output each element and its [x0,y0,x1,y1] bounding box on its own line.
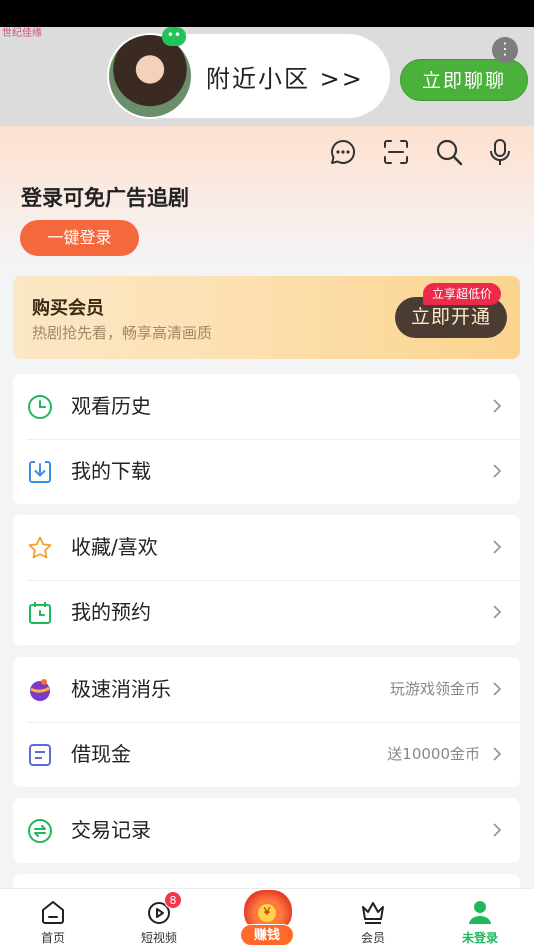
user-icon [469,901,491,924]
vip-subtitle: 热剧抢先看，畅享高清画质 [32,324,213,342]
menu-item-label: 观看历史 [71,394,151,418]
menu-item-label: 收藏/喜欢 [71,535,158,559]
tab-label: 短视频 [140,931,177,945]
menu-group-favorites: 收藏/喜欢 我的预约 [13,515,520,645]
chevron-right-icon [493,682,502,696]
tab-label: 首页 [40,931,65,945]
ad-chat-button[interactable]: 立即聊聊 [400,59,528,101]
chat-bubble-icon: •• [162,27,186,46]
menu-item-label: 我的下载 [71,459,151,483]
tab-short-video[interactable]: 短视频 [106,889,212,949]
chevron-right-icon [493,540,502,554]
coin-icon: ￥ [258,904,276,922]
tab-label: 未登录 [461,931,498,945]
one-click-login-button[interactable]: 一键登录 [20,220,139,256]
menu-group-transactions: 交易记录 [13,798,520,863]
menu-item-reservations[interactable]: 我的预约 [13,580,520,645]
exchange-icon [28,819,52,843]
menu-item-match-game[interactable]: 极速消消乐 玩游戏领金币 [13,657,520,722]
menu-item-label: 交易记录 [71,818,151,842]
chevron-right-icon [493,605,502,619]
menu-item-borrow-cash[interactable]: 借现金 送10000金币 [13,722,520,787]
search-icon[interactable] [435,138,463,166]
menu-item-transactions[interactable]: 交易记录 [13,798,520,863]
download-icon [29,461,51,483]
menu-item-hint: 玩游戏领金币 [389,680,480,698]
ad-avatar [107,33,193,119]
microphone-icon[interactable] [486,138,514,166]
ad-pill-text[interactable]: 附近小区 >> [206,59,364,94]
star-icon [28,536,52,559]
clock-icon [28,395,52,419]
menu-group-rewards: 极速消消乐 玩游戏领金币 借现金 送10000金币 [13,657,520,787]
profile-header: 登录可免广告追剧 一键登录 [0,126,534,270]
chevron-right-icon [493,823,502,837]
tab-label: 会员 [360,931,385,945]
menu-item-favorites[interactable]: 收藏/喜欢 [13,515,520,580]
menu-group-history: 观看历史 我的下载 [13,374,520,504]
scan-icon[interactable] [382,138,410,166]
message-icon[interactable] [329,138,357,166]
menu-item-hint: 送10000金币 [387,745,480,763]
menu-item-label: 极速消消乐 [71,677,171,701]
calendar-clock-icon [29,602,51,624]
vip-title: 购买会员 [32,298,104,319]
home-icon [42,901,64,924]
discount-tag: 立享超低价 [423,283,501,305]
chevron-right-icon [493,464,502,478]
status-bar [0,0,534,27]
menu-item-my-downloads[interactable]: 我的下载 [13,439,520,504]
ad-watermark: 世纪佳缘 [2,28,42,39]
login-title: 登录可免广告追剧 [21,186,189,210]
tab-profile[interactable]: 未登录 [427,889,533,949]
tab-vip[interactable]: 会员 [320,889,426,949]
crown-icon [362,902,384,924]
menu-item-watch-history[interactable]: 观看历史 [13,374,520,439]
chevron-right-icon [493,747,502,761]
earn-label[interactable]: 赚钱 [240,924,294,946]
more-vertical-icon[interactable]: ⋮ [492,37,518,63]
short-video-badge: 8 [164,891,182,909]
game-ball-icon [30,679,50,701]
chevron-right-icon [493,399,502,413]
menu-item-label: 我的预约 [71,600,151,624]
ad-banner[interactable]: 世纪佳缘 附近小区 >> •• 立即聊聊 ⋮ [0,27,534,126]
menu-item-label: 借现金 [71,742,131,766]
tab-home[interactable]: 首页 [0,889,106,949]
cash-card-icon [29,744,51,766]
vip-card[interactable]: 购买会员 热剧抢先看，畅享高清画质 立即开通 立享超低价 [13,276,520,359]
